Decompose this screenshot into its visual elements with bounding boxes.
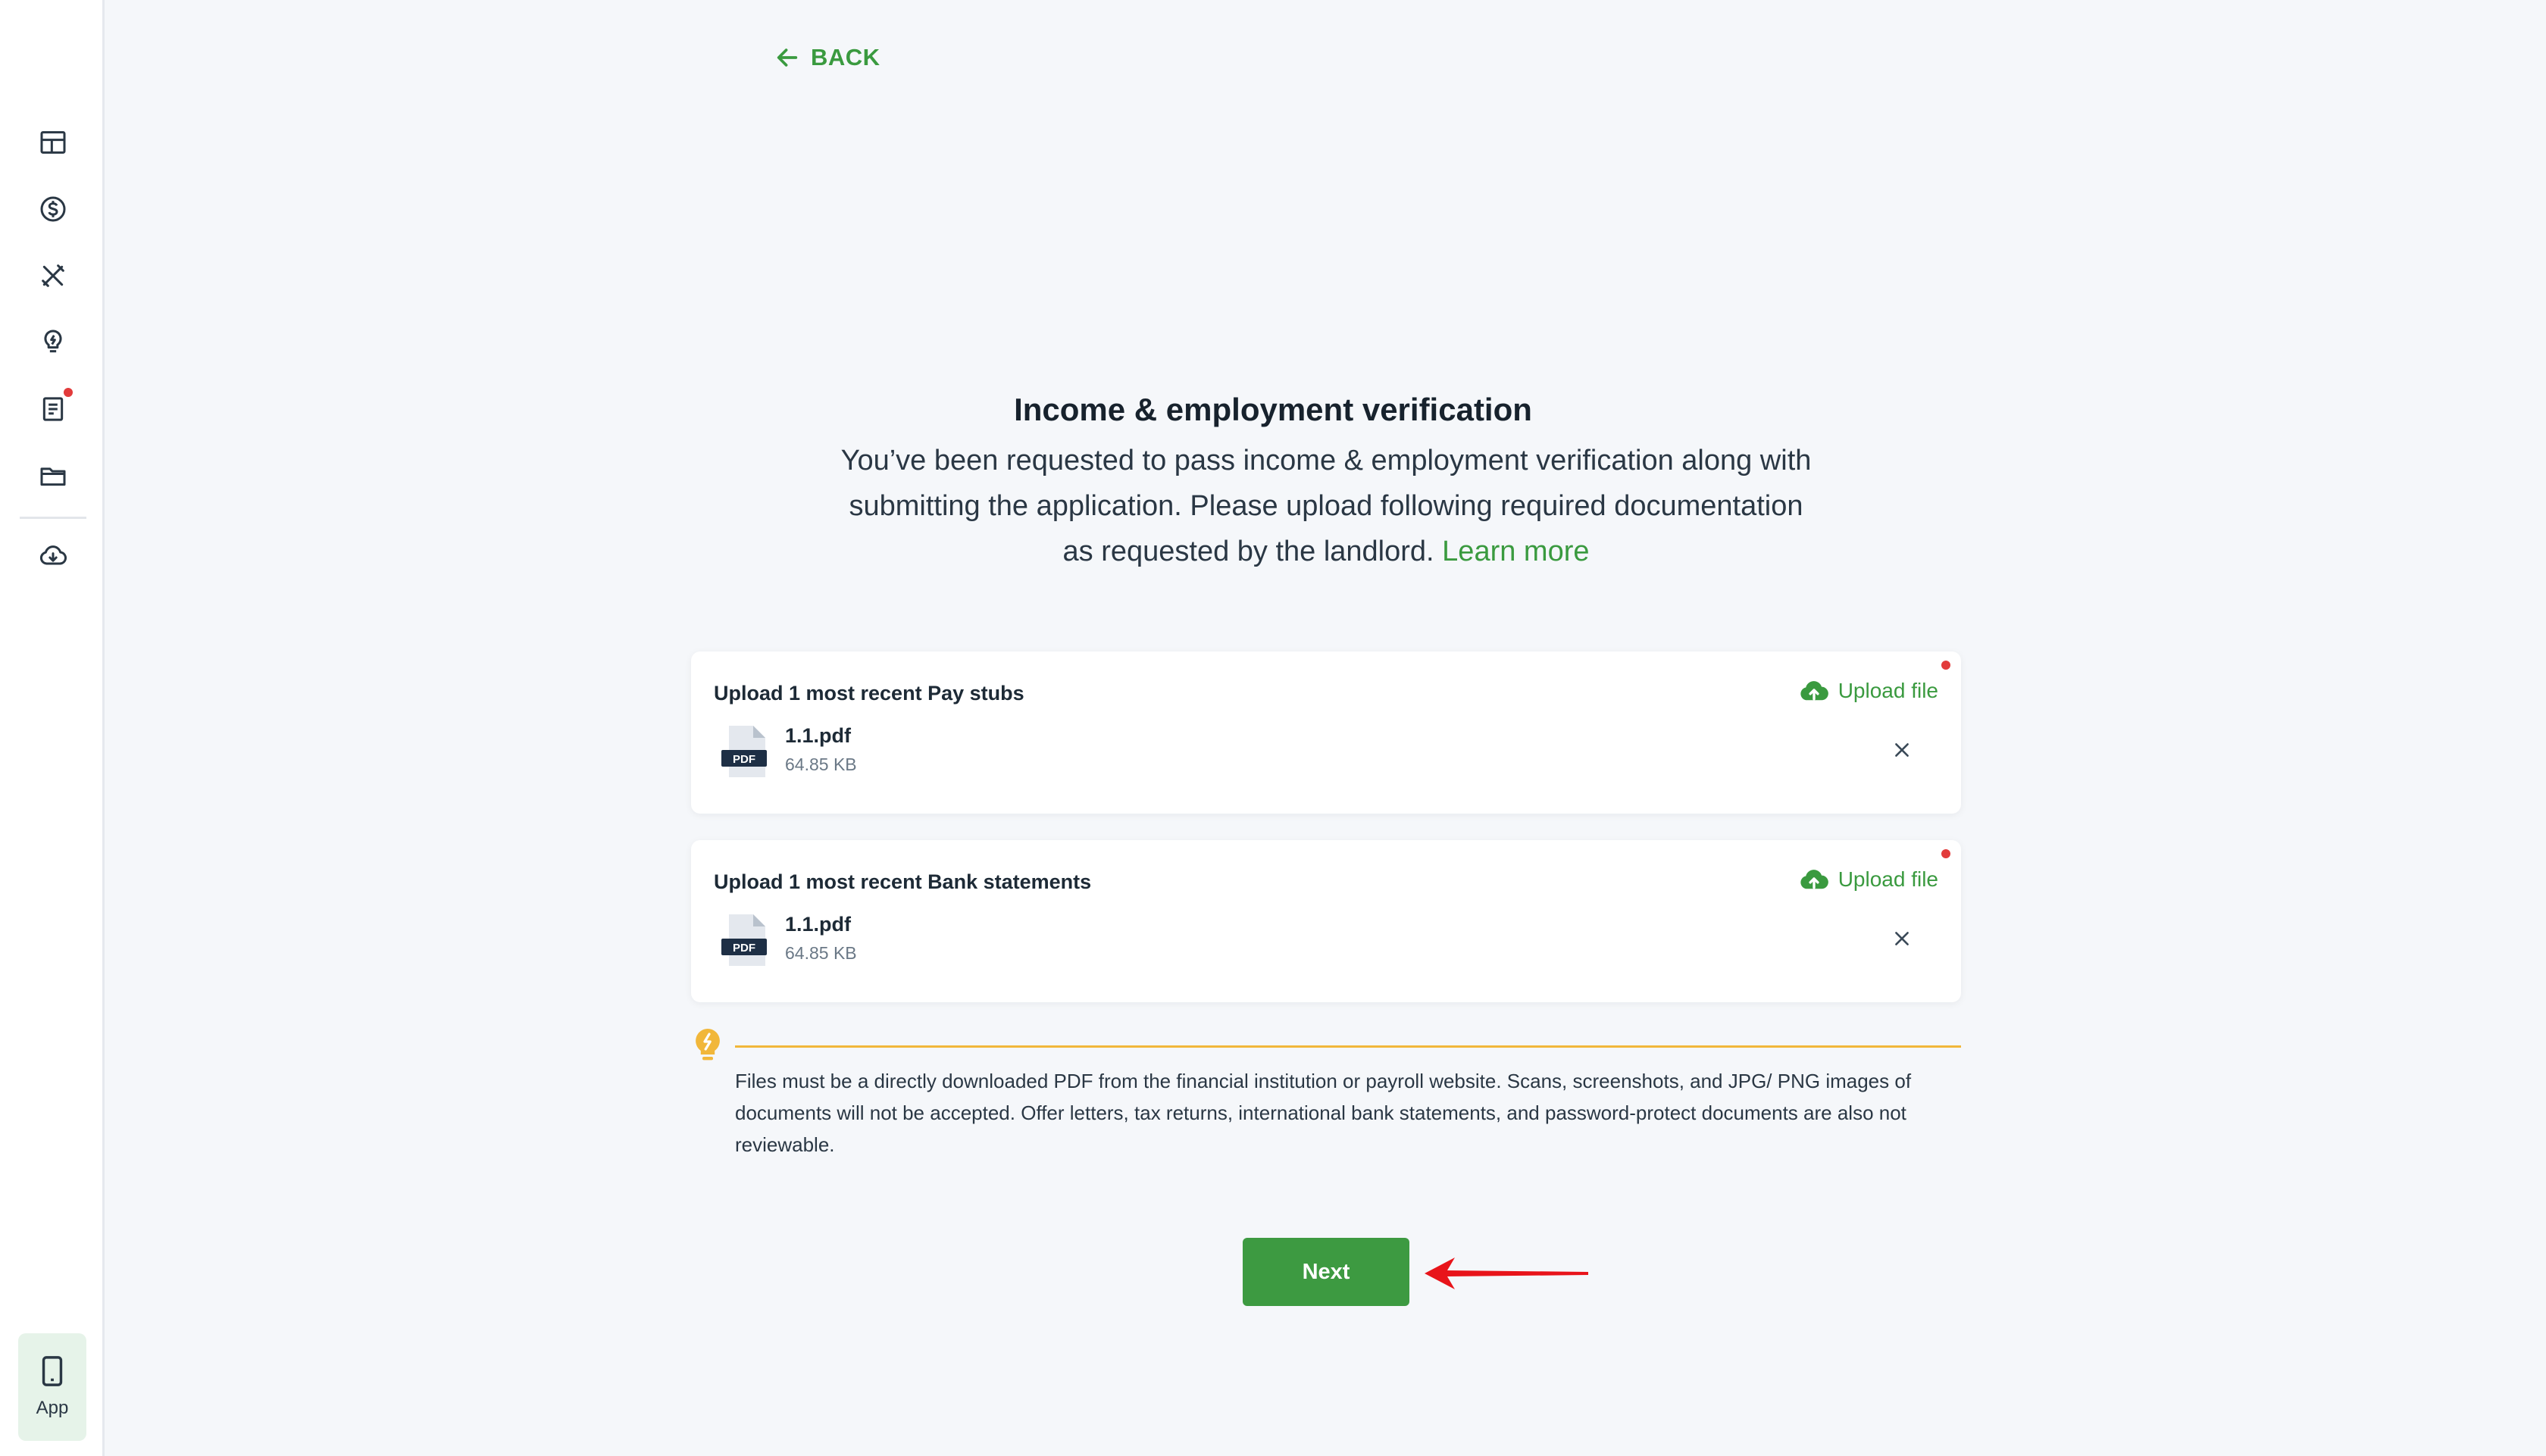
- upload-card-title: Upload 1 most recent Pay stubs: [714, 682, 1024, 705]
- upload-file-button[interactable]: Upload file: [1799, 677, 1938, 705]
- file-name: 1.1.pdf: [785, 913, 852, 936]
- lightbulb-warning-icon: [696, 1029, 720, 1061]
- required-indicator: [1941, 849, 1950, 858]
- upload-file-label: Upload file: [1838, 679, 1938, 702]
- learn-more-link[interactable]: Learn more: [1442, 536, 1589, 567]
- arrow-annotation-icon: [1425, 1258, 1588, 1289]
- app-label: App: [36, 1398, 69, 1418]
- cloud-upload-icon: [1800, 870, 1828, 889]
- notice-text: Files must be a directly downloaded PDF …: [735, 1070, 1912, 1156]
- sidebar-item-insights[interactable]: [33, 323, 73, 362]
- cloud-upload-icon: [1800, 681, 1828, 701]
- required-indicator: [1941, 661, 1950, 670]
- upload-file-button[interactable]: Upload file: [1799, 866, 1938, 893]
- sidebar-item-files[interactable]: [33, 456, 73, 495]
- close-icon: [1895, 743, 1909, 757]
- file-name: 1.1.pdf: [785, 724, 852, 747]
- svg-text:PDF: PDF: [733, 942, 755, 955]
- sidebar-item-download[interactable]: [33, 536, 73, 576]
- remove-file-button[interactable]: [1888, 736, 1916, 764]
- close-icon: [1895, 932, 1909, 945]
- file-size: 64.85 KB: [785, 943, 857, 963]
- pdf-file-icon: PDF: [721, 726, 767, 777]
- lightbulb-icon: [44, 330, 62, 353]
- sidebar-divider: [20, 517, 86, 519]
- app-button[interactable]: App: [18, 1333, 86, 1441]
- arrow-left-icon: [777, 48, 798, 67]
- sidebar-item-maintenance[interactable]: [33, 256, 73, 295]
- svg-text:PDF: PDF: [733, 753, 755, 766]
- sidebar-item-dashboard[interactable]: [33, 123, 73, 162]
- back-button[interactable]: BACK: [774, 44, 880, 71]
- sidebar-item-payments[interactable]: [33, 189, 73, 229]
- sidebar: App: [0, 0, 105, 1456]
- dashboard-icon: [40, 131, 66, 154]
- upload-card-bank-statements: Upload 1 most recent Bank statements Upl…: [691, 840, 1961, 1002]
- cloud-download-icon: [39, 545, 67, 565]
- upload-file-label: Upload file: [1838, 867, 1938, 891]
- remove-file-button[interactable]: [1888, 925, 1916, 952]
- page-title: Income & employment verification: [1014, 392, 1532, 427]
- file-size: 64.85 KB: [785, 755, 857, 774]
- tools-icon: [42, 264, 64, 287]
- pdf-file-icon: PDF: [721, 914, 767, 966]
- back-label: BACK: [811, 44, 880, 70]
- intro-body: You’ve been requested to pass income & e…: [840, 445, 1812, 567]
- intro-text: You’ve been requested to pass income & e…: [834, 438, 1819, 574]
- notice-divider: [735, 1045, 1961, 1048]
- upload-card-title: Upload 1 most recent Bank statements: [714, 870, 1092, 893]
- mobile-phone-icon: [42, 1356, 63, 1386]
- folder-icon: [40, 467, 66, 486]
- next-button[interactable]: Next: [1243, 1238, 1409, 1306]
- upload-card-pay-stubs: Upload 1 most recent Pay stubs Upload fi…: [691, 651, 1961, 814]
- dollar-circle-icon: [40, 196, 66, 222]
